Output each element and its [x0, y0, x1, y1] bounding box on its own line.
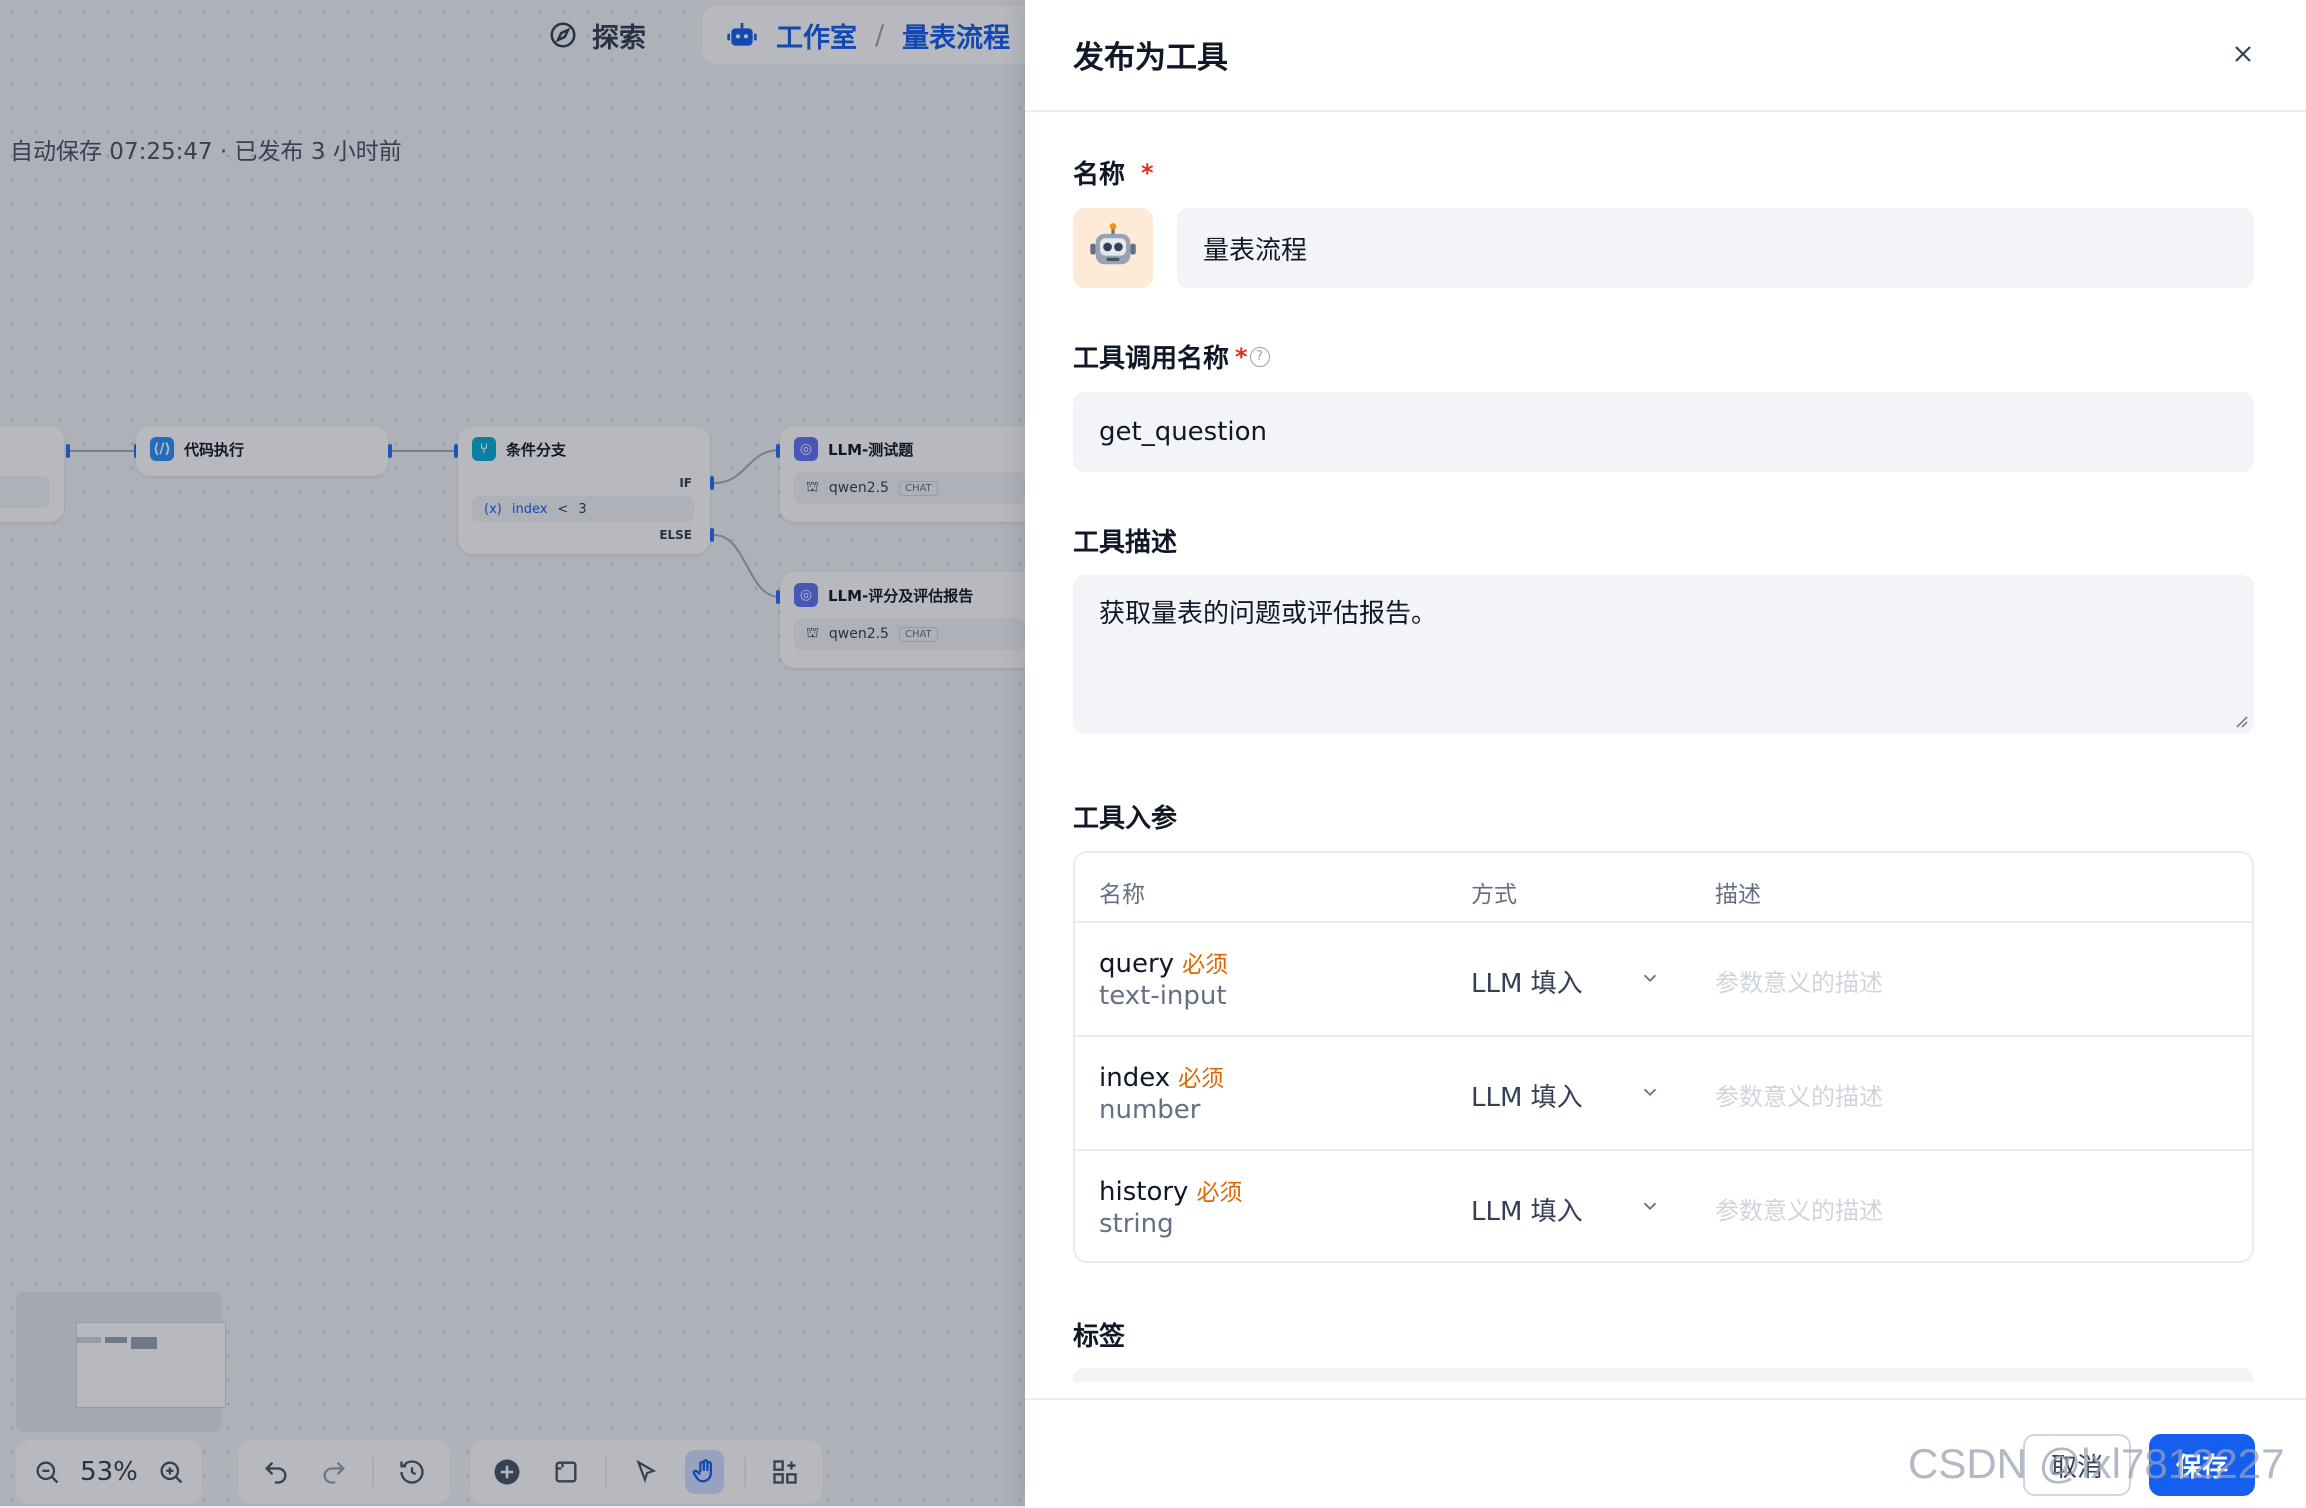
- desc-label: 工具描述: [1073, 528, 1178, 558]
- tool-call-name-input[interactable]: get_question: [1073, 392, 2254, 472]
- watermark: CSDN @lxl7812227: [1908, 1440, 2285, 1487]
- robot-icon: [1090, 223, 1136, 265]
- publish-tool-drawer: 发布为工具 名称 * 量表流程 工具调用名称 * ? get_question …: [1025, 0, 2306, 1508]
- param-type: number: [1099, 1095, 1201, 1125]
- param-name-cell: index 必须: [1099, 1059, 1224, 1093]
- chevron-down-icon[interactable]: [1639, 967, 1661, 989]
- param-mode-select[interactable]: LLM 填入: [1471, 1191, 1583, 1228]
- param-required-badge: 必须: [1196, 1180, 1243, 1206]
- param-required-badge: 必须: [1178, 1066, 1225, 1092]
- call-name-label: 工具调用名称: [1073, 344, 1230, 374]
- param-required-badge: 必须: [1182, 952, 1229, 978]
- name-label: 名称: [1073, 160, 1126, 190]
- col-name: 名称: [1099, 882, 1145, 908]
- param-desc-input[interactable]: 参数意义的描述: [1715, 963, 1883, 998]
- tool-description-text: 获取量表的问题或评估报告。: [1099, 599, 1438, 629]
- param-name: index: [1099, 1063, 1171, 1093]
- tool-avatar[interactable]: [1073, 208, 1153, 288]
- drawer-title: 发布为工具: [1073, 40, 1228, 76]
- col-mode: 方式: [1471, 882, 1517, 908]
- param-desc-input[interactable]: 参数意义的描述: [1715, 1077, 1883, 1112]
- chevron-down-icon[interactable]: [1639, 1195, 1661, 1217]
- resize-handle-icon[interactable]: [2234, 714, 2248, 728]
- modal-overlay[interactable]: [0, 0, 1025, 1506]
- call-name-label-row: 工具调用名称 * ?: [1073, 338, 1270, 375]
- name-label-row: 名称 *: [1073, 154, 1154, 191]
- help-icon[interactable]: ?: [1249, 346, 1270, 367]
- params-table-header: 名称 方式 描述: [1075, 853, 2252, 921]
- params-row: history 必须 string LLM 填入 参数意义的描述: [1075, 1149, 2252, 1261]
- tags-input[interactable]: [1073, 1368, 2254, 1382]
- params-row: index 必须 number LLM 填入 参数意义的描述: [1075, 1035, 2252, 1149]
- tool-name-input[interactable]: 量表流程: [1177, 208, 2254, 288]
- param-type: text-input: [1099, 981, 1227, 1011]
- params-row: query 必须 text-input LLM 填入 参数意义的描述: [1075, 921, 2252, 1035]
- required-mark: *: [1141, 158, 1154, 187]
- params-table: 名称 方式 描述 query 必须 text-input LLM 填入 参数意义的…: [1073, 851, 2254, 1263]
- tags-label: 标签: [1073, 1322, 1126, 1352]
- param-type: string: [1099, 1209, 1174, 1239]
- close-button[interactable]: [2223, 34, 2263, 74]
- param-name-cell: history 必须: [1099, 1173, 1242, 1207]
- param-name: history: [1099, 1177, 1189, 1207]
- param-name-cell: query 必须: [1099, 945, 1228, 979]
- col-desc: 描述: [1715, 882, 1761, 908]
- param-mode-select[interactable]: LLM 填入: [1471, 1077, 1583, 1114]
- chevron-down-icon[interactable]: [1639, 1081, 1661, 1103]
- param-mode-select[interactable]: LLM 填入: [1471, 963, 1583, 1000]
- close-icon: [2235, 46, 2251, 62]
- params-label: 工具入参: [1073, 804, 1178, 834]
- param-name: query: [1099, 949, 1175, 979]
- tool-description-textarea[interactable]: 获取量表的问题或评估报告。: [1073, 575, 2254, 734]
- required-mark: *: [1235, 342, 1248, 371]
- param-desc-input[interactable]: 参数意义的描述: [1715, 1191, 1883, 1226]
- drawer-header: 发布为工具: [1025, 0, 2306, 112]
